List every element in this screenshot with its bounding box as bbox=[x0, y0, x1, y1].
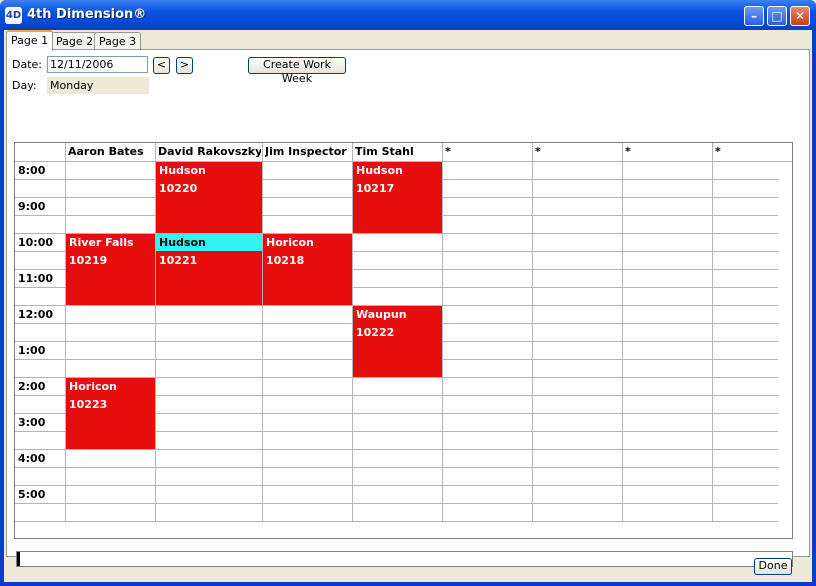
column-header[interactable]: Aaron Bates bbox=[68, 145, 154, 158]
tab-panel: Date: 12/11/2006 < > Create Work Week Da… bbox=[6, 49, 810, 575]
appointment-number: 10220 bbox=[159, 182, 198, 195]
appointment-block[interactable]: River Falls 10219 bbox=[66, 234, 155, 305]
appointment-location: Hudson bbox=[159, 236, 206, 249]
column-header[interactable]: David Rakovszky bbox=[158, 145, 261, 158]
scrollbar-thumb[interactable] bbox=[17, 552, 20, 566]
appointment-location: Waupun bbox=[356, 308, 407, 321]
appointment-block[interactable]: Hudson 10221 bbox=[156, 234, 262, 305]
time-label: 3:00 bbox=[18, 416, 46, 429]
appointment-location: Horicon bbox=[69, 380, 117, 393]
done-button[interactable]: Done bbox=[754, 558, 792, 575]
time-label: 1:00 bbox=[18, 344, 46, 357]
grid-column-line bbox=[712, 143, 713, 521]
time-label: 4:00 bbox=[18, 452, 46, 465]
grid-row-line bbox=[15, 485, 778, 486]
time-label: 9:00 bbox=[18, 200, 46, 213]
column-header[interactable]: * bbox=[715, 145, 791, 158]
appointment-location: Horicon bbox=[266, 236, 314, 249]
next-day-button[interactable]: > bbox=[176, 57, 193, 74]
tab-page-1[interactable]: Page 1 bbox=[6, 30, 54, 51]
grid-row-line bbox=[15, 521, 778, 522]
grid-row-line bbox=[15, 449, 778, 450]
window-title: 4th Dimension® bbox=[27, 7, 147, 22]
app-window: 4D 4th Dimension® – □ ✕ Page 1 Page 2 Pa… bbox=[0, 0, 816, 586]
column-header[interactable]: * bbox=[625, 145, 711, 158]
time-label: 2:00 bbox=[18, 380, 46, 393]
time-label: 12:00 bbox=[18, 308, 54, 321]
schedule-grid: Aaron Bates David Rakovszky Jim Inspector T… bbox=[14, 142, 793, 539]
app-logo-icon: 4D bbox=[5, 7, 22, 24]
day-field: Monday bbox=[47, 77, 149, 94]
date-label: Date: bbox=[12, 58, 42, 71]
time-label: 8:00 bbox=[18, 164, 46, 177]
title-bar[interactable]: 4D 4th Dimension® – □ ✕ bbox=[0, 0, 816, 30]
column-header[interactable]: * bbox=[445, 145, 531, 158]
appointment-block[interactable]: Horicon 10223 bbox=[66, 378, 155, 449]
previous-day-button[interactable]: < bbox=[153, 57, 170, 74]
grid-column-line bbox=[262, 143, 263, 521]
appointment-number: 10217 bbox=[356, 182, 395, 195]
appointment-number: 10218 bbox=[266, 254, 305, 267]
close-icon[interactable]: ✕ bbox=[790, 6, 810, 26]
appointment-number: 10223 bbox=[69, 398, 108, 411]
grid-column-line bbox=[442, 143, 443, 521]
maximize-icon[interactable]: □ bbox=[767, 6, 787, 26]
tab-page-2[interactable]: Page 2 bbox=[51, 32, 99, 50]
column-header[interactable]: Jim Inspector bbox=[265, 145, 351, 158]
day-label: Day: bbox=[12, 79, 37, 92]
column-header[interactable]: Tim Stahl bbox=[355, 145, 441, 158]
appointment-block[interactable]: Hudson 10220 bbox=[156, 162, 262, 233]
time-label: 5:00 bbox=[18, 488, 46, 501]
appointment-block[interactable]: Hudson 10217 bbox=[353, 162, 442, 233]
grid-row-line bbox=[15, 467, 778, 468]
date-field[interactable]: 12/11/2006 bbox=[47, 56, 148, 73]
appointment-block[interactable]: Horicon 10218 bbox=[263, 234, 352, 305]
appointment-number: 10221 bbox=[159, 254, 198, 267]
appointment-block[interactable]: Waupun 10222 bbox=[353, 306, 442, 377]
window-client-area: Page 1 Page 2 Page 3 Date: 12/11/2006 < … bbox=[4, 30, 812, 582]
minimize-icon[interactable]: – bbox=[744, 6, 764, 26]
tab-page-3[interactable]: Page 3 bbox=[94, 32, 142, 50]
appointment-number: 10219 bbox=[69, 254, 108, 267]
appointment-location: River Falls bbox=[69, 236, 134, 249]
horizontal-scrollbar[interactable] bbox=[16, 551, 793, 567]
grid-column-line bbox=[532, 143, 533, 521]
appointment-location: Hudson bbox=[159, 164, 206, 177]
appointment-number: 10222 bbox=[356, 326, 395, 339]
time-label: 11:00 bbox=[18, 272, 54, 285]
time-label: 10:00 bbox=[18, 236, 54, 249]
column-header[interactable]: * bbox=[535, 145, 621, 158]
appointment-location: Hudson bbox=[356, 164, 403, 177]
grid-row-line bbox=[15, 503, 778, 504]
create-work-week-button[interactable]: Create Work Week bbox=[248, 57, 346, 85]
grid-column-line bbox=[65, 143, 66, 521]
grid-column-line bbox=[622, 143, 623, 521]
